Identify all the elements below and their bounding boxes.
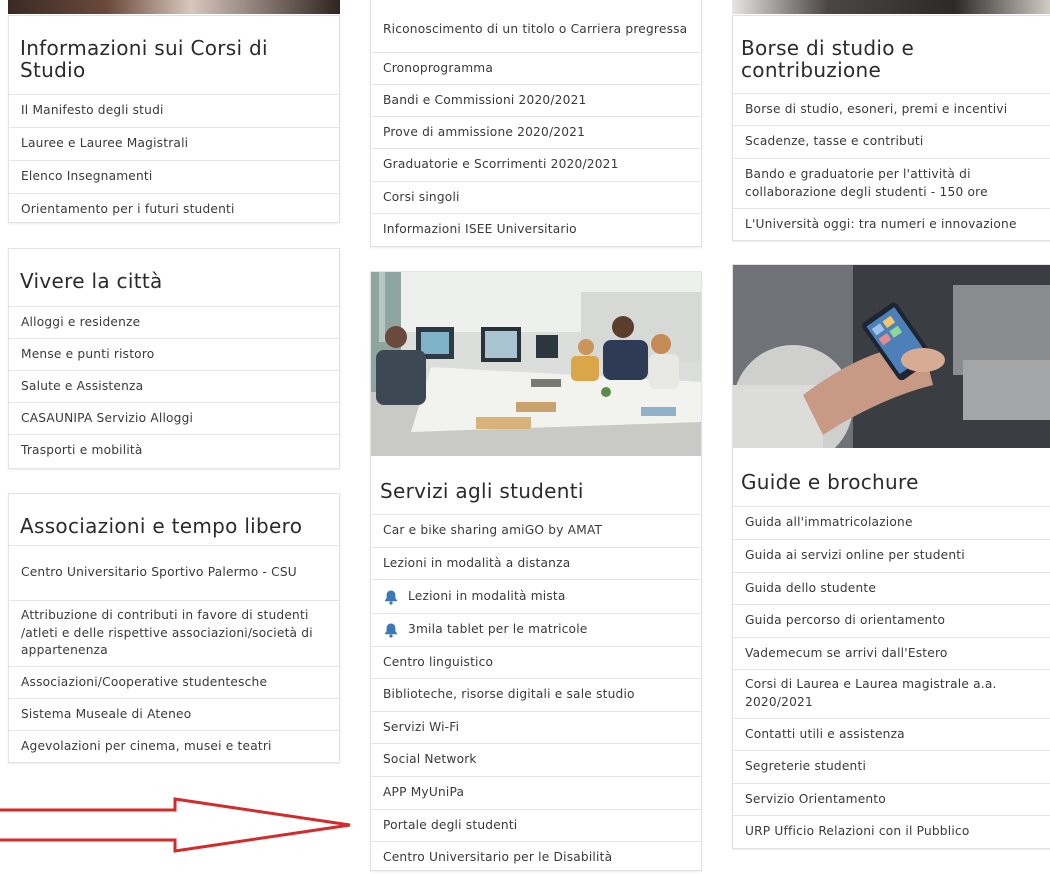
link-list: Borse di studio, esoneri, premi e incent…: [733, 93, 1050, 241]
list-link[interactable]: Sistema Museale di Ateneo: [9, 698, 339, 730]
list-link[interactable]: Prove di ammissione 2020/2021: [371, 116, 701, 148]
list-link[interactable]: Informazioni ISEE Universitario: [371, 213, 701, 246]
link-list: Riconoscimento di un titolo o Carriera p…: [371, 0, 701, 246]
list-link[interactable]: 3mila tablet per le matricole: [371, 613, 701, 646]
list-link[interactable]: Social Network: [371, 743, 701, 776]
card-title: Associazioni e tempo libero: [20, 514, 303, 538]
list-link[interactable]: Borse di studio, esoneri, premi e incent…: [733, 93, 1050, 125]
list-link[interactable]: Bando e graduatorie per l'attività di co…: [733, 158, 1050, 208]
list-link[interactable]: Riconoscimento di un titolo o Carriera p…: [371, 0, 701, 52]
link-list: Il Manifesto degli studi Lauree e Lauree…: [9, 94, 339, 226]
list-link[interactable]: Corsi di Laurea e Laurea magistrale a.a.…: [733, 669, 1050, 718]
red-arrow-annotation: [0, 797, 351, 853]
list-link[interactable]: URP Ufficio Relazioni con il Pubblico: [733, 815, 1050, 848]
card-image-top-strip: [8, 0, 340, 14]
list-link[interactable]: Scadenze, tasse e contributi: [733, 125, 1050, 158]
list-link[interactable]: Centro linguistico: [371, 646, 701, 678]
list-link[interactable]: Guida dello studente: [733, 572, 1050, 604]
list-link[interactable]: Agevolazioni per cinema, musei e teatri: [9, 730, 339, 762]
card-title: Borse di studio e contribuzione: [741, 36, 915, 83]
card-title: Informazioni sui Corsi di Studio: [20, 36, 268, 83]
list-link[interactable]: Centro Universitario Sportivo Palermo - …: [9, 545, 339, 600]
list-link[interactable]: Alloggi e residenze: [9, 306, 339, 338]
list-link[interactable]: Portale degli studenti: [371, 809, 701, 841]
list-link[interactable]: APP MyUniPa: [371, 776, 701, 809]
card-title: Servizi agli studenti: [380, 479, 584, 503]
list-link[interactable]: Servizio Orientamento: [733, 783, 1050, 815]
card-guide-e-brochure: Guide e brochure Guida all'immatricolazi…: [732, 264, 1050, 849]
link-list: Guida all'immatricolazione Guida ai serv…: [733, 506, 1050, 848]
card-borse-di-studio: Borse di studio e contribuzione Borse di…: [732, 15, 1050, 241]
list-link[interactable]: Mense e punti ristoro: [9, 338, 339, 370]
bell-icon: [385, 590, 397, 605]
list-link[interactable]: Graduatorie e Scorrimenti 2020/2021: [371, 148, 701, 181]
card-image-top-strip: [732, 0, 1050, 14]
list-link[interactable]: Guida all'immatricolazione: [733, 506, 1050, 539]
card-corsi-di-studio: Informazioni sui Corsi di Studio Il Mani…: [8, 15, 340, 223]
card-servizi-agli-studenti: Servizi agli studenti Car e bike sharing…: [370, 271, 702, 871]
list-link[interactable]: Lezioni in modalità a distanza: [371, 547, 701, 579]
list-link[interactable]: Vademecum se arrivi dall'Estero: [733, 637, 1050, 669]
list-link[interactable]: CASAUNIPA Servizio Alloggi: [9, 402, 339, 434]
card-vivere-la-citta: Vivere la città Alloggi e residenze Mens…: [8, 248, 340, 469]
list-link[interactable]: Attribuzione di contributi in favore di …: [9, 600, 339, 666]
card-title: Guide e brochure: [741, 470, 919, 494]
list-link[interactable]: L'Università oggi: tra numeri e innovazi…: [733, 208, 1050, 241]
smartphone-photo: [733, 265, 1050, 448]
classroom-photo: [371, 272, 701, 456]
list-link[interactable]: Bandi e Commissioni 2020/2021: [371, 84, 701, 116]
list-link[interactable]: Elenco Insegnamenti: [9, 160, 339, 193]
list-link[interactable]: Salute e Assistenza: [9, 370, 339, 402]
card-associazioni: Associazioni e tempo libero Centro Unive…: [8, 493, 340, 763]
list-link[interactable]: Lezioni in modalità mista: [371, 579, 701, 613]
list-link[interactable]: Associazioni/Cooperative studentesche: [9, 666, 339, 698]
list-link[interactable]: Segreterie studenti: [733, 750, 1050, 783]
list-link[interactable]: Centro Universitario per le Disabilità: [371, 841, 701, 874]
list-link[interactable]: Car e bike sharing amiGO by AMAT: [371, 514, 701, 547]
list-link[interactable]: Biblioteche, risorse digitali e sale stu…: [371, 678, 701, 711]
link-list: Alloggi e residenze Mense e punti ristor…: [9, 306, 339, 466]
list-link[interactable]: Il Manifesto degli studi: [9, 94, 339, 127]
list-link[interactable]: Guida percorso di orientamento: [733, 604, 1050, 637]
bell-icon: [385, 623, 397, 638]
link-list: Car e bike sharing amiGO by AMAT Lezioni…: [371, 514, 701, 874]
list-link[interactable]: Trasporti e mobilità: [9, 434, 339, 466]
list-link[interactable]: Contatti utili e assistenza: [733, 718, 1050, 750]
link-list: Centro Universitario Sportivo Palermo - …: [9, 545, 339, 762]
list-link[interactable]: Orientamento per i futuri studenti: [9, 193, 339, 226]
card-title: Vivere la città: [20, 269, 163, 293]
list-link[interactable]: Guida ai servizi online per studenti: [733, 539, 1050, 572]
list-link[interactable]: Corsi singoli: [371, 181, 701, 213]
card-ammissione-links: Riconoscimento di un titolo o Carriera p…: [370, 0, 702, 247]
list-link[interactable]: Lauree e Lauree Magistrali: [9, 127, 339, 160]
list-link[interactable]: Servizi Wi-Fi: [371, 711, 701, 743]
list-link[interactable]: Cronoprogramma: [371, 52, 701, 84]
